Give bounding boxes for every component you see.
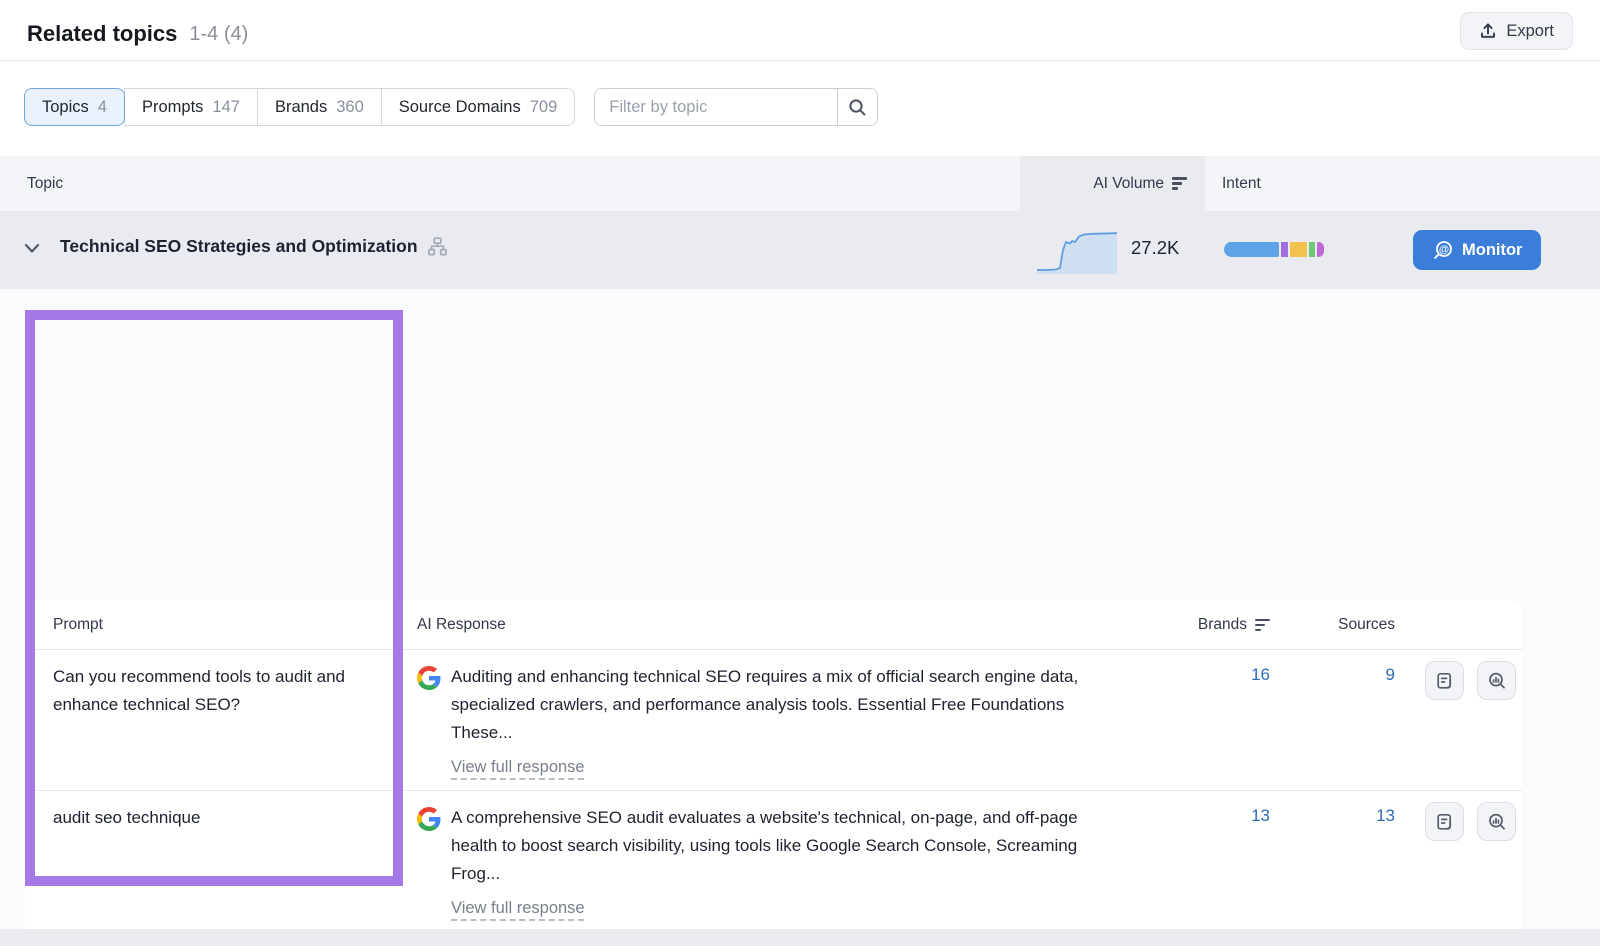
tab-prompts-count: 147: [212, 98, 240, 117]
export-button-label: Export: [1506, 22, 1554, 41]
intent-segment: [1290, 242, 1307, 257]
column-header-topic: Topic: [27, 175, 63, 193]
column-header-ai-response: AI Response: [417, 616, 506, 634]
analyze-magnifier-button[interactable]: [1477, 661, 1516, 700]
related-topics-page: Related topics 1-4 (4) Export Topics 4 P…: [0, 0, 1600, 946]
page-header: Related topics 1-4 (4) Export: [27, 14, 1573, 54]
export-button[interactable]: Export: [1460, 12, 1573, 50]
document-lines-icon: [1435, 671, 1455, 691]
tab-topics[interactable]: Topics 4: [24, 88, 125, 126]
ai-volume-value: 27.2K: [1131, 237, 1179, 259]
google-logo-icon: [417, 666, 441, 690]
brands-count-link[interactable]: 13: [1145, 806, 1270, 826]
prompt-table-card: Prompt AI Response Brands Sources Can yo…: [25, 600, 1522, 946]
tab-source-domains[interactable]: Source Domains 709: [381, 88, 576, 126]
column-header-ai-volume[interactable]: AI Volume: [1020, 156, 1205, 211]
ai-response-text: A comprehensive SEO audit evaluates a we…: [451, 808, 1078, 883]
sort-desc-icon: [1255, 619, 1270, 632]
svg-text:@: @: [1439, 243, 1449, 255]
sort-desc-icon: [1172, 177, 1187, 190]
sources-count[interactable]: 9: [1280, 665, 1395, 685]
prompt-text: audit seo technique: [53, 804, 393, 832]
ai-volume-trend-sparkline: [1037, 228, 1117, 279]
tab-brands-label: Brands: [275, 98, 327, 117]
row-actions: [1425, 661, 1516, 700]
report-button[interactable]: [1425, 661, 1464, 700]
tab-source-domains-label: Source Domains: [399, 98, 521, 117]
search-icon: [848, 98, 867, 117]
ai-response-text: Auditing and enhancing technical SEO req…: [451, 667, 1078, 742]
tab-topics-count: 4: [98, 98, 107, 117]
column-header-intent: Intent: [1222, 175, 1261, 193]
ai-volume-label: AI Volume: [1093, 175, 1164, 193]
prompt-table-row: audit seo technique A comprehensive SEO …: [25, 791, 1522, 932]
document-lines-icon: [1435, 812, 1455, 832]
report-button[interactable]: [1425, 802, 1464, 841]
filter-bar: Topics 4 Prompts 147 Brands 360 Source D…: [24, 88, 878, 126]
topic-filter: [594, 88, 878, 126]
header-divider: [0, 60, 1600, 61]
view-full-response-link[interactable]: View full response: [451, 753, 585, 781]
page-range-count: 1-4 (4): [189, 23, 248, 46]
ai-response-cell: A comprehensive SEO audit evaluates a we…: [451, 804, 1109, 922]
analyze-magnifier-button[interactable]: [1477, 802, 1516, 841]
intent-segment: [1317, 242, 1324, 257]
topic-name[interactable]: Technical SEO Strategies and Optimizatio…: [60, 236, 447, 257]
search-button[interactable]: [837, 89, 877, 125]
column-header-prompt: Prompt: [53, 616, 103, 634]
view-full-response-link[interactable]: View full response: [451, 894, 585, 922]
row-actions: [1425, 802, 1516, 841]
column-header-brands[interactable]: Brands: [1145, 616, 1270, 634]
monitor-button[interactable]: @ Monitor: [1413, 230, 1541, 270]
intent-distribution-bar: [1224, 242, 1324, 257]
tab-prompts[interactable]: Prompts 147: [124, 88, 258, 126]
prompt-table-header: Prompt AI Response Brands Sources: [25, 600, 1522, 650]
tab-brands-count: 360: [336, 98, 364, 117]
intent-segment: [1309, 242, 1315, 257]
prompt-rows: Can you recommend tools to audit and enh…: [25, 650, 1522, 946]
chevron-down-icon[interactable]: [24, 241, 40, 259]
ai-response-cell: Auditing and enhancing technical SEO req…: [451, 663, 1109, 781]
tab-source-domains-count: 709: [530, 98, 558, 117]
magnifier-chart-icon: [1487, 812, 1507, 832]
intent-segment: [1281, 242, 1288, 257]
column-header-sources: Sources: [1280, 616, 1395, 634]
prompt-text: Can you recommend tools to audit and enh…: [53, 663, 393, 719]
topic-filter-input[interactable]: [595, 89, 837, 125]
monitor-button-label: Monitor: [1462, 241, 1522, 260]
monitor-at-magnifier-icon: @: [1432, 240, 1453, 261]
upload-icon: [1479, 22, 1497, 40]
next-row-edge: [0, 929, 1600, 946]
brands-label: Brands: [1198, 616, 1247, 634]
page-title: Related topics: [27, 21, 177, 47]
tab-topics-label: Topics: [42, 98, 89, 117]
sources-count[interactable]: 13: [1280, 806, 1395, 826]
tab-prompts-label: Prompts: [142, 98, 203, 117]
intent-segment: [1224, 242, 1279, 257]
sitemap-icon: [428, 237, 447, 256]
entity-tabs: Topics 4 Prompts 147 Brands 360 Source D…: [24, 88, 575, 126]
tab-brands[interactable]: Brands 360: [257, 88, 382, 126]
brands-count-link[interactable]: 16: [1145, 665, 1270, 685]
prompt-table-row: Can you recommend tools to audit and enh…: [25, 650, 1522, 791]
topic-name-label: Technical SEO Strategies and Optimizatio…: [60, 236, 418, 257]
magnifier-chart-icon: [1487, 671, 1507, 691]
google-logo-icon: [417, 807, 441, 831]
topic-table-header: Topic AI Volume Intent: [0, 156, 1600, 211]
topic-row: Technical SEO Strategies and Optimizatio…: [0, 211, 1600, 289]
prompt-section: Prompt AI Response Brands Sources Can yo…: [0, 289, 1600, 946]
